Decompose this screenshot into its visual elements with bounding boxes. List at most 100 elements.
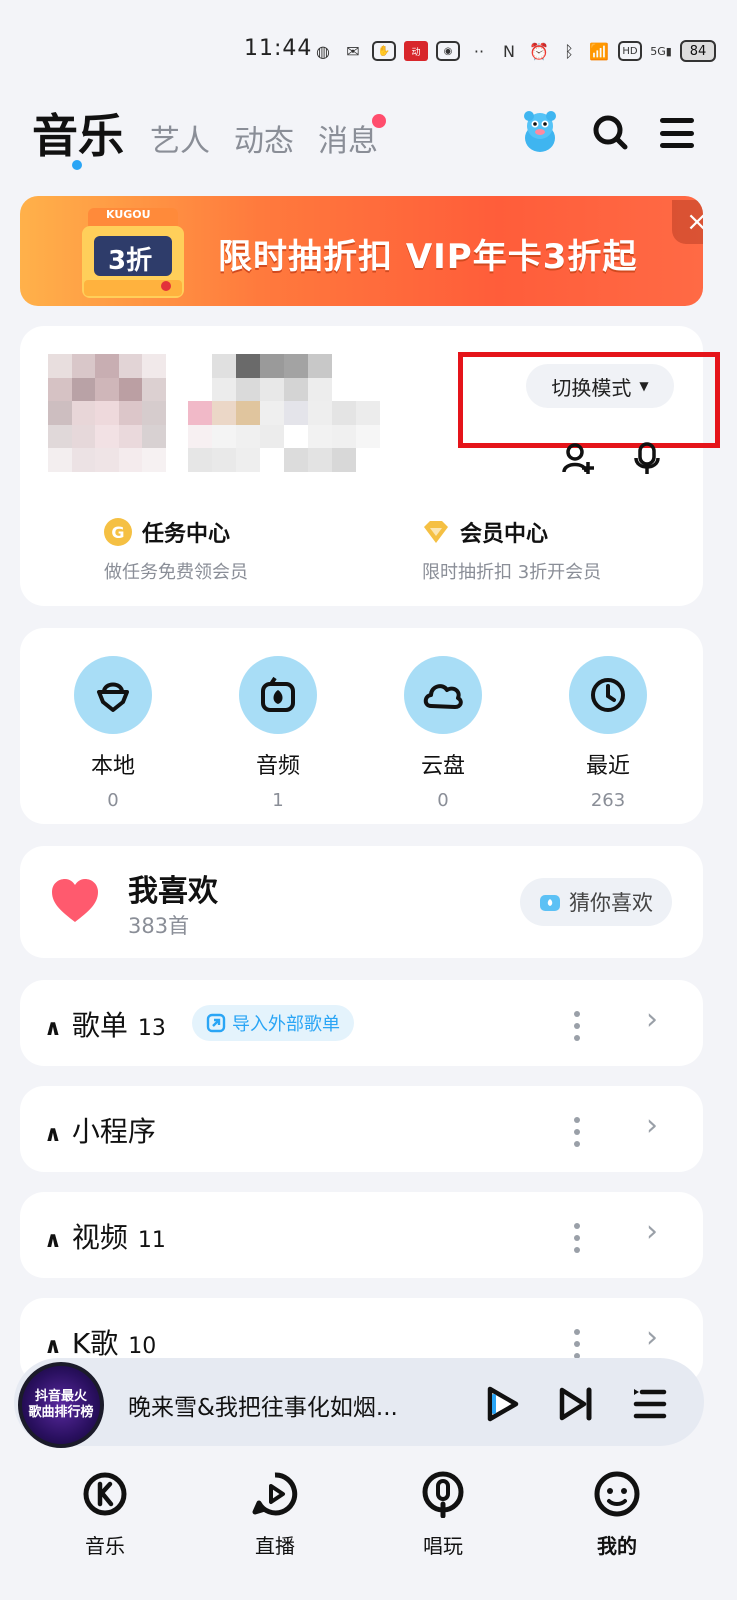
banner-close-button[interactable]: ×	[672, 200, 703, 244]
banner-brand: KUGOU	[106, 208, 151, 221]
nav-live[interactable]: 直播	[230, 1470, 320, 1559]
quick-audio-label: 音频	[255, 754, 300, 779]
nfc-icon: N	[503, 41, 515, 61]
microphone-icon[interactable]	[630, 440, 666, 476]
promo-banner[interactable]: KUGOU 3折 限时抽折扣 VIP年卡3折起 ×	[20, 196, 703, 306]
chevron-right-icon[interactable]: ›	[646, 1108, 658, 1143]
task-center[interactable]: G 任务中心	[104, 516, 230, 548]
quick-local-count: 0	[107, 790, 119, 811]
album-cover[interactable]: 抖音最火 歌曲排行榜	[18, 1362, 104, 1448]
caret-up-icon: ∧	[44, 1334, 62, 1359]
section-videos-count: 11	[137, 1228, 166, 1253]
playlist-queue-icon[interactable]	[630, 1384, 670, 1424]
hand-icon: ✋	[372, 41, 396, 61]
kugou-k-icon	[83, 1472, 127, 1516]
now-playing-title[interactable]: 晚来雪&我把往事化如烟...	[128, 1388, 398, 1422]
banner-discount-badge: 3折	[108, 246, 153, 276]
status-bar: 11:44 ◍ ✉ ✋ 动 ◉ ·· N ⏰ ᛒ 📶 HD 5G ▮ 84	[0, 28, 737, 72]
import-icon	[206, 1013, 226, 1033]
live-icon	[252, 1472, 298, 1516]
more-icon[interactable]	[572, 1329, 582, 1359]
audio-icon	[540, 895, 560, 911]
search-icon[interactable]	[590, 112, 630, 152]
close-icon: ×	[686, 207, 703, 237]
wechat-icon: ✉	[346, 41, 360, 61]
tab-music[interactable]: 音乐	[32, 100, 124, 166]
tab-dynamics[interactable]: 动态	[234, 116, 294, 160]
battery-icon: 84	[680, 40, 716, 62]
import-playlist-button[interactable]: 导入外部歌单	[192, 1005, 354, 1041]
vip-center[interactable]: 会员中心	[422, 516, 548, 548]
favorites-count: 383首	[128, 914, 190, 938]
cloud-icon	[423, 684, 463, 709]
tab-artists[interactable]: 艺人	[150, 116, 210, 160]
message-badge	[372, 114, 386, 128]
quick-recent[interactable]: 最近 263	[553, 656, 663, 811]
task-center-title: 任务中心	[142, 522, 231, 547]
section-playlists-header[interactable]: ∧ 歌单 13	[44, 1004, 166, 1044]
guess-you-like-button[interactable]: 猜你喜欢	[520, 878, 672, 926]
audio-icon	[261, 676, 295, 712]
tab-messages[interactable]: 消息	[318, 116, 378, 160]
avatar[interactable]	[48, 354, 166, 472]
alarm-icon: ⏰	[529, 41, 549, 61]
section-playlists-title: 歌单	[71, 1009, 128, 1042]
import-playlist-label: 导入外部歌单	[232, 1014, 340, 1035]
active-tab-indicator	[72, 160, 82, 170]
nav-mine[interactable]: 我的	[572, 1470, 662, 1559]
battery-level: 84	[689, 43, 707, 59]
album-cover-line1: 抖音最火	[34, 1389, 87, 1405]
vip-center-subtitle: 限时抽折扣 3折开会员	[422, 562, 602, 583]
more-icon[interactable]	[572, 1223, 582, 1253]
more-icon[interactable]	[572, 1117, 582, 1147]
chevron-right-icon[interactable]: ›	[646, 1002, 658, 1037]
more-dots-icon: ··	[473, 41, 485, 61]
nav-mine-label: 我的	[597, 1534, 637, 1558]
local-icon	[97, 682, 129, 712]
quick-recent-count: 263	[590, 790, 626, 811]
section-videos-header[interactable]: ∧ 视频 11	[44, 1216, 166, 1256]
nav-sing-label: 唱玩	[423, 1534, 463, 1558]
section-karaoke-header[interactable]: ∧ K歌 10	[44, 1322, 156, 1362]
more-icon[interactable]	[572, 1011, 582, 1041]
album-cover-line2: 歌曲排行榜	[28, 1405, 94, 1420]
nav-music[interactable]: 音乐	[60, 1470, 150, 1559]
heart-icon	[52, 879, 98, 922]
section-karaoke-title: K歌	[71, 1327, 119, 1360]
banner-text: 限时抽折扣 VIP年卡3折起	[218, 237, 638, 277]
nav-sing[interactable]: 唱玩	[398, 1470, 488, 1559]
quick-cloud-count: 0	[437, 790, 449, 811]
section-videos-title: 视频	[71, 1221, 128, 1254]
bluetooth-icon: ᛒ	[564, 41, 574, 61]
username[interactable]	[188, 354, 380, 472]
nav-live-label: 直播	[255, 1534, 295, 1558]
favorites-title: 我喜欢	[128, 874, 218, 909]
task-center-subtitle: 做任务免费领会员	[104, 562, 248, 583]
mascot-icon[interactable]	[516, 108, 564, 156]
nav-music-label: 音乐	[85, 1534, 125, 1558]
play-icon[interactable]	[482, 1384, 522, 1424]
app-badge-icon: 动	[404, 41, 428, 61]
caret-up-icon: ∧	[44, 1122, 62, 1147]
network-type: 5G	[650, 44, 666, 58]
chevron-right-icon[interactable]: ›	[646, 1214, 658, 1249]
signal-icon: 5G ▮	[650, 44, 672, 58]
vip-center-title: 会员中心	[460, 522, 549, 547]
highlight-frame	[458, 352, 720, 448]
add-friend-icon[interactable]	[560, 440, 596, 476]
section-mini-programs-header[interactable]: ∧ 小程序	[44, 1110, 156, 1150]
section-playlists-count: 13	[137, 1016, 166, 1041]
caret-up-icon: ∧	[44, 1228, 62, 1253]
quick-audio[interactable]: 音频 1	[223, 656, 333, 811]
hd-icon: HD	[618, 41, 642, 61]
section-mini-programs-title: 小程序	[71, 1115, 156, 1148]
next-track-icon[interactable]	[556, 1384, 596, 1424]
menu-icon[interactable]	[660, 118, 694, 148]
status-time: 11:44	[244, 36, 313, 61]
caret-up-icon: ∧	[44, 1016, 62, 1041]
quick-local[interactable]: 本地 0	[58, 656, 168, 811]
quick-cloud[interactable]: 云盘 0	[388, 656, 498, 811]
chevron-right-icon[interactable]: ›	[646, 1320, 658, 1355]
bot-icon: ◉	[436, 41, 460, 61]
quick-audio-count: 1	[272, 790, 284, 811]
